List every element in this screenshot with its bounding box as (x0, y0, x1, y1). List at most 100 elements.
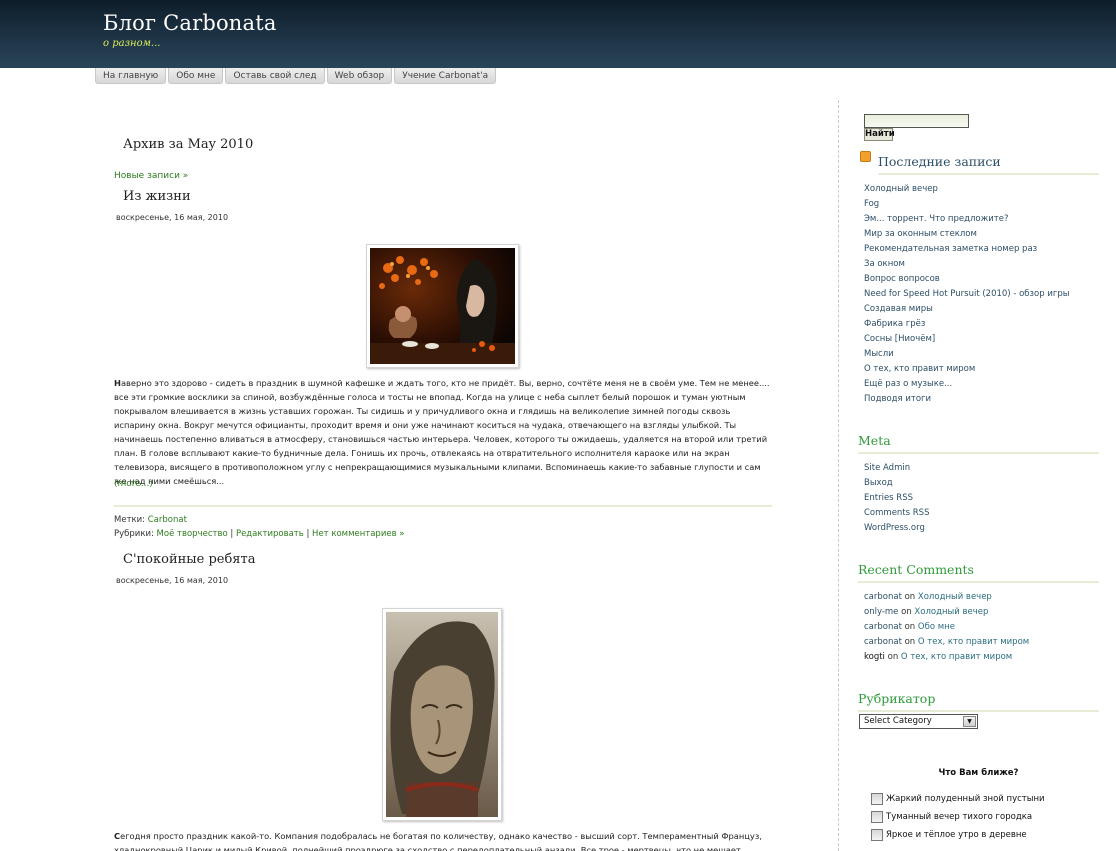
cafe-illustration (370, 248, 515, 364)
post-body-text: аверно это здорово - сидеть в праздник в… (114, 378, 770, 486)
list-item[interactable]: Сосны [Ниочём] (864, 332, 1069, 347)
logout-link[interactable]: Выход (864, 478, 893, 488)
search-button[interactable]: Найти (864, 128, 895, 141)
recent-post-link[interactable]: Вопрос вопросов (864, 274, 940, 284)
recent-post-link[interactable]: Фабрика грёз (864, 319, 925, 329)
post-categories: Рубрики: Моё творчество | Редактировать … (114, 529, 405, 539)
poll-question: Что Вам ближе? (938, 768, 1019, 778)
recent-post-link[interactable]: Fog (864, 199, 879, 209)
comments-link[interactable]: Нет комментариев » (312, 529, 404, 539)
list-item[interactable]: Comments RSS (864, 506, 929, 521)
recent-post-link[interactable]: За окном (864, 259, 905, 269)
nav-item-about[interactable]: Обо мне (168, 68, 224, 84)
meta-separator: | (306, 529, 310, 539)
comment-author: kogti (864, 652, 885, 662)
list-item[interactable]: WordPress.org (864, 521, 929, 536)
post-title-2[interactable]: С'покойные ребята (123, 552, 255, 567)
list-item[interactable]: Эм... торрент. Что предложите? (864, 212, 1069, 227)
category-select-value: Select Category (864, 716, 932, 726)
meta-list: Site Admin Выход Entries RSS Comments RS… (864, 461, 929, 536)
comment-on-label: on (887, 652, 899, 662)
list-item[interactable]: Entries RSS (864, 491, 929, 506)
nav-item-home[interactable]: На главную (95, 68, 167, 84)
poll-checkbox[interactable] (871, 829, 883, 841)
entries-rss-link[interactable]: Entries RSS (864, 493, 913, 503)
post-tags: Метки: Carbonat (114, 515, 187, 525)
list-item[interactable]: О тех, кто правит миром (864, 362, 1069, 377)
list-item[interactable]: За окном (864, 257, 1069, 272)
poll-checkbox[interactable] (871, 811, 883, 823)
search-input[interactable] (864, 114, 969, 128)
recent-comments-list: carbonat on Холодный вечер only-me on Хо… (864, 590, 1029, 665)
chevron-down-icon[interactable]: ▼ (963, 716, 976, 727)
list-item[interactable]: Вопрос вопросов (864, 272, 1069, 287)
post-title-1[interactable]: Из жизни (123, 189, 191, 204)
recent-post-link[interactable]: Создавая миры (864, 304, 933, 314)
list-item[interactable]: Подводя итоги (864, 392, 1069, 407)
meta-widget-title: Meta (858, 433, 1099, 454)
list-item[interactable]: Рекомендательная заметка номер раз (864, 242, 1069, 257)
post-date-2: воскресенье, 16 мая, 2010 (116, 576, 229, 585)
list-item[interactable]: Выход (864, 476, 929, 491)
poll-option-label: Туманный вечер тихого городка (886, 812, 1033, 822)
list-item[interactable]: Холодный вечер (864, 182, 1069, 197)
recent-post-link[interactable]: Ещё раз о музыке... (864, 379, 952, 389)
recent-post-link[interactable]: Подводя итоги (864, 394, 931, 404)
rss-icon[interactable] (860, 151, 871, 162)
nav-item-web-review[interactable]: Web обзор (326, 68, 393, 84)
comment-post-link[interactable]: Холодный вечер (918, 592, 992, 602)
list-item[interactable]: Создавая миры (864, 302, 1069, 317)
list-item: carbonat on О тех, кто правит миром (864, 635, 1029, 650)
read-more-link[interactable]: (more...) (114, 479, 153, 489)
comment-on-label: on (904, 592, 916, 602)
comment-post-link[interactable]: Холодный вечер (914, 607, 988, 617)
newer-posts-link[interactable]: Новые записи » (114, 171, 188, 181)
nav-item-guestbook[interactable]: Оставь свой след (225, 68, 325, 84)
list-item[interactable]: Ещё раз о музыке... (864, 377, 1069, 392)
poll-option[interactable]: Туманный вечер тихого городка (871, 810, 1032, 824)
comment-author[interactable]: only-me (864, 607, 898, 617)
comment-author[interactable]: carbonat (864, 637, 902, 647)
comment-post-link[interactable]: О тех, кто правит миром (918, 637, 1029, 647)
list-item[interactable]: Need for Speed Hot Pursuit (2010) - обзо… (864, 287, 1069, 302)
comment-author[interactable]: carbonat (864, 592, 902, 602)
category-link[interactable]: Моё творчество (157, 529, 228, 539)
categories-widget-title: Рубрикатор (858, 691, 1099, 712)
comment-post-link[interactable]: О тех, кто правит миром (901, 652, 1012, 662)
site-title[interactable]: Блог Carbonata (103, 11, 277, 35)
recent-post-link[interactable]: Need for Speed Hot Pursuit (2010) - обзо… (864, 289, 1069, 299)
recent-comments-title: Recent Comments (858, 562, 1099, 583)
list-item[interactable]: Фабрика грёз (864, 317, 1069, 332)
recent-post-link[interactable]: О тех, кто правит миром (864, 364, 975, 374)
list-item[interactable]: Fog (864, 197, 1069, 212)
recent-post-link[interactable]: Эм... торрент. Что предложите? (864, 214, 1009, 224)
comments-rss-link[interactable]: Comments RSS (864, 508, 929, 518)
edit-link[interactable]: Редактировать (236, 529, 304, 539)
recent-post-link[interactable]: Мир за оконным стеклом (864, 229, 977, 239)
comment-on-label: on (904, 622, 916, 632)
site-admin-link[interactable]: Site Admin (864, 463, 910, 473)
nav-item-teaching[interactable]: Учение Carbonat'a (394, 68, 497, 84)
recent-post-link[interactable]: Мысли (864, 349, 894, 359)
comment-author[interactable]: carbonat (864, 622, 902, 632)
list-item[interactable]: Мир за оконным стеклом (864, 227, 1069, 242)
poll-option[interactable]: Жаркий полуденный зной пустыни (871, 792, 1045, 806)
poll-option[interactable]: Яркое и тёплое утро в деревне (871, 828, 1027, 842)
tag-link[interactable]: Carbonat (148, 515, 187, 525)
comment-post-link[interactable]: Обо мне (918, 622, 955, 632)
list-item: kogti on О тех, кто правит миром (864, 650, 1029, 665)
list-item: carbonat on Обо мне (864, 620, 1029, 635)
recent-post-link[interactable]: Рекомендательная заметка номер раз (864, 244, 1037, 254)
hooded-figure-illustration (386, 612, 498, 817)
post-divider (114, 505, 772, 507)
wordpress-org-link[interactable]: WordPress.org (864, 523, 925, 533)
site-tagline: о разном... (103, 38, 161, 49)
recent-post-link[interactable]: Сосны [Ниочём] (864, 334, 935, 344)
list-item[interactable]: Мысли (864, 347, 1069, 362)
sidebar-divider (838, 100, 839, 851)
category-select[interactable]: Select Category ▼ (859, 714, 978, 729)
post-excerpt-2: Сегодня просто праздник какой-то. Компан… (114, 829, 772, 851)
list-item[interactable]: Site Admin (864, 461, 929, 476)
poll-checkbox[interactable] (871, 793, 883, 805)
recent-post-link[interactable]: Холодный вечер (864, 184, 938, 194)
